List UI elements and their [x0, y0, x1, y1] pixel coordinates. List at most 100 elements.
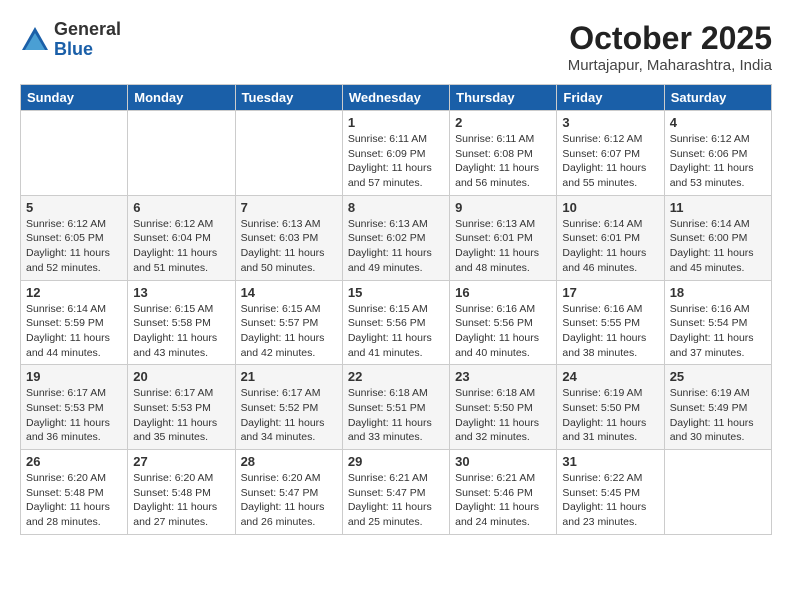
day-number: 13 — [133, 285, 229, 300]
day-info: Sunrise: 6:12 AM Sunset: 6:05 PM Dayligh… — [26, 217, 122, 276]
day-number: 26 — [26, 454, 122, 469]
day-number: 6 — [133, 200, 229, 215]
day-info: Sunrise: 6:14 AM Sunset: 5:59 PM Dayligh… — [26, 302, 122, 361]
day-info: Sunrise: 6:13 AM Sunset: 6:01 PM Dayligh… — [455, 217, 551, 276]
calendar-day-25: 25 Sunrise: 6:19 AM Sunset: 5:49 PM Dayli… — [664, 365, 771, 450]
calendar-day-26: 26 Sunrise: 6:20 AM Sunset: 5:48 PM Dayli… — [21, 450, 128, 535]
day-number: 10 — [562, 200, 658, 215]
day-info: Sunrise: 6:14 AM Sunset: 6:01 PM Dayligh… — [562, 217, 658, 276]
calendar-day-21: 21 Sunrise: 6:17 AM Sunset: 5:52 PM Dayli… — [235, 365, 342, 450]
day-number: 23 — [455, 369, 551, 384]
calendar: SundayMondayTuesdayWednesdayThursdayFrid… — [20, 84, 772, 535]
day-number: 11 — [670, 200, 766, 215]
calendar-day-3: 3 Sunrise: 6:12 AM Sunset: 6:07 PM Daylig… — [557, 111, 664, 196]
day-info: Sunrise: 6:17 AM Sunset: 5:53 PM Dayligh… — [133, 386, 229, 445]
calendar-day-6: 6 Sunrise: 6:12 AM Sunset: 6:04 PM Daylig… — [128, 195, 235, 280]
empty-cell — [235, 111, 342, 196]
empty-cell — [128, 111, 235, 196]
day-info: Sunrise: 6:20 AM Sunset: 5:48 PM Dayligh… — [133, 471, 229, 530]
day-info: Sunrise: 6:20 AM Sunset: 5:48 PM Dayligh… — [26, 471, 122, 530]
day-number: 30 — [455, 454, 551, 469]
day-header-wednesday: Wednesday — [342, 85, 449, 111]
day-info: Sunrise: 6:18 AM Sunset: 5:50 PM Dayligh… — [455, 386, 551, 445]
calendar-day-11: 11 Sunrise: 6:14 AM Sunset: 6:00 PM Dayli… — [664, 195, 771, 280]
calendar-day-14: 14Sunrise: 6:15 AM Sunset: 5:57 PM Dayli… — [235, 280, 342, 365]
day-header-sunday: Sunday — [21, 85, 128, 111]
day-info: Sunrise: 6:12 AM Sunset: 6:06 PM Dayligh… — [670, 132, 766, 191]
day-info: Sunrise: 6:12 AM Sunset: 6:04 PM Dayligh… — [133, 217, 229, 276]
calendar-day-22: 22 Sunrise: 6:18 AM Sunset: 5:51 PM Dayli… — [342, 365, 449, 450]
day-info: Sunrise: 6:15 AM Sunset: 5:58 PM Dayligh… — [133, 302, 229, 361]
title-block: October 2025 Murtajapur, Maharashtra, In… — [568, 20, 772, 74]
day-header-thursday: Thursday — [450, 85, 557, 111]
calendar-day-8: 8 Sunrise: 6:13 AM Sunset: 6:02 PM Daylig… — [342, 195, 449, 280]
day-info: Sunrise: 6:17 AM Sunset: 5:52 PM Dayligh… — [241, 386, 337, 445]
day-number: 19 — [26, 369, 122, 384]
day-info: Sunrise: 6:22 AM Sunset: 5:45 PM Dayligh… — [562, 471, 658, 530]
calendar-day-28: 28 Sunrise: 6:20 AM Sunset: 5:47 PM Dayli… — [235, 450, 342, 535]
calendar-day-9: 9 Sunrise: 6:13 AM Sunset: 6:01 PM Daylig… — [450, 195, 557, 280]
day-info: Sunrise: 6:21 AM Sunset: 5:46 PM Dayligh… — [455, 471, 551, 530]
day-header-tuesday: Tuesday — [235, 85, 342, 111]
calendar-week-1: 1 Sunrise: 6:11 AM Sunset: 6:09 PM Daylig… — [21, 111, 772, 196]
calendar-day-13: 13 Sunrise: 6:15 AM Sunset: 5:58 PM Dayli… — [128, 280, 235, 365]
empty-cell — [664, 450, 771, 535]
location: Murtajapur, Maharashtra, India — [568, 57, 772, 74]
day-number: 1 — [348, 115, 444, 130]
day-number: 25 — [670, 369, 766, 384]
day-info: Sunrise: 6:14 AM Sunset: 6:00 PM Dayligh… — [670, 217, 766, 276]
day-number: 8 — [348, 200, 444, 215]
day-info: Sunrise: 6:16 AM Sunset: 5:55 PM Dayligh… — [562, 302, 658, 361]
day-info: Sunrise: 6:17 AM Sunset: 5:53 PM Dayligh… — [26, 386, 122, 445]
day-number: 16 — [455, 285, 551, 300]
calendar-day-19: 19 Sunrise: 6:17 AM Sunset: 5:53 PM Dayli… — [21, 365, 128, 450]
calendar-day-7: 7 Sunrise: 6:13 AM Sunset: 6:03 PM Daylig… — [235, 195, 342, 280]
day-number: 27 — [133, 454, 229, 469]
day-info: Sunrise: 6:16 AM Sunset: 5:54 PM Dayligh… — [670, 302, 766, 361]
day-number: 9 — [455, 200, 551, 215]
day-number: 3 — [562, 115, 658, 130]
day-number: 5 — [26, 200, 122, 215]
day-number: 15 — [348, 285, 444, 300]
calendar-week-2: 5 Sunrise: 6:12 AM Sunset: 6:05 PM Daylig… — [21, 195, 772, 280]
day-info: Sunrise: 6:12 AM Sunset: 6:07 PM Dayligh… — [562, 132, 658, 191]
calendar-day-20: 20Sunrise: 6:17 AM Sunset: 5:53 PM Dayli… — [128, 365, 235, 450]
month-title: October 2025 — [568, 20, 772, 57]
logo: General Blue — [20, 20, 121, 60]
day-info: Sunrise: 6:11 AM Sunset: 6:08 PM Dayligh… — [455, 132, 551, 191]
calendar-header-row: SundayMondayTuesdayWednesdayThursdayFrid… — [21, 85, 772, 111]
calendar-week-4: 19 Sunrise: 6:17 AM Sunset: 5:53 PM Dayli… — [21, 365, 772, 450]
calendar-day-4: 4 Sunrise: 6:12 AM Sunset: 6:06 PM Daylig… — [664, 111, 771, 196]
calendar-day-16: 16Sunrise: 6:16 AM Sunset: 5:56 PM Dayli… — [450, 280, 557, 365]
day-header-monday: Monday — [128, 85, 235, 111]
day-number: 29 — [348, 454, 444, 469]
day-number: 24 — [562, 369, 658, 384]
calendar-day-5: 5 Sunrise: 6:12 AM Sunset: 6:05 PM Daylig… — [21, 195, 128, 280]
day-number: 2 — [455, 115, 551, 130]
day-number: 22 — [348, 369, 444, 384]
day-info: Sunrise: 6:18 AM Sunset: 5:51 PM Dayligh… — [348, 386, 444, 445]
calendar-day-15: 15 Sunrise: 6:15 AM Sunset: 5:56 PM Dayli… — [342, 280, 449, 365]
calendar-day-17: 17Sunrise: 6:16 AM Sunset: 5:55 PM Dayli… — [557, 280, 664, 365]
day-info: Sunrise: 6:11 AM Sunset: 6:09 PM Dayligh… — [348, 132, 444, 191]
day-number: 28 — [241, 454, 337, 469]
calendar-day-31: 31Sunrise: 6:22 AM Sunset: 5:45 PM Dayli… — [557, 450, 664, 535]
day-info: Sunrise: 6:13 AM Sunset: 6:02 PM Dayligh… — [348, 217, 444, 276]
calendar-day-29: 29Sunrise: 6:21 AM Sunset: 5:47 PM Dayli… — [342, 450, 449, 535]
day-info: Sunrise: 6:15 AM Sunset: 5:56 PM Dayligh… — [348, 302, 444, 361]
empty-cell — [21, 111, 128, 196]
day-info: Sunrise: 6:20 AM Sunset: 5:47 PM Dayligh… — [241, 471, 337, 530]
day-number: 4 — [670, 115, 766, 130]
logo-blue: Blue — [54, 40, 121, 60]
calendar-day-12: 12 Sunrise: 6:14 AM Sunset: 5:59 PM Dayli… — [21, 280, 128, 365]
day-info: Sunrise: 6:19 AM Sunset: 5:49 PM Dayligh… — [670, 386, 766, 445]
logo-icon — [20, 25, 50, 55]
page-header: General Blue October 2025 Murtajapur, Ma… — [20, 20, 772, 74]
day-number: 12 — [26, 285, 122, 300]
day-number: 7 — [241, 200, 337, 215]
calendar-day-24: 24 Sunrise: 6:19 AM Sunset: 5:50 PM Dayli… — [557, 365, 664, 450]
day-info: Sunrise: 6:19 AM Sunset: 5:50 PM Dayligh… — [562, 386, 658, 445]
day-number: 21 — [241, 369, 337, 384]
day-info: Sunrise: 6:13 AM Sunset: 6:03 PM Dayligh… — [241, 217, 337, 276]
calendar-day-2: 2 Sunrise: 6:11 AM Sunset: 6:08 PM Daylig… — [450, 111, 557, 196]
